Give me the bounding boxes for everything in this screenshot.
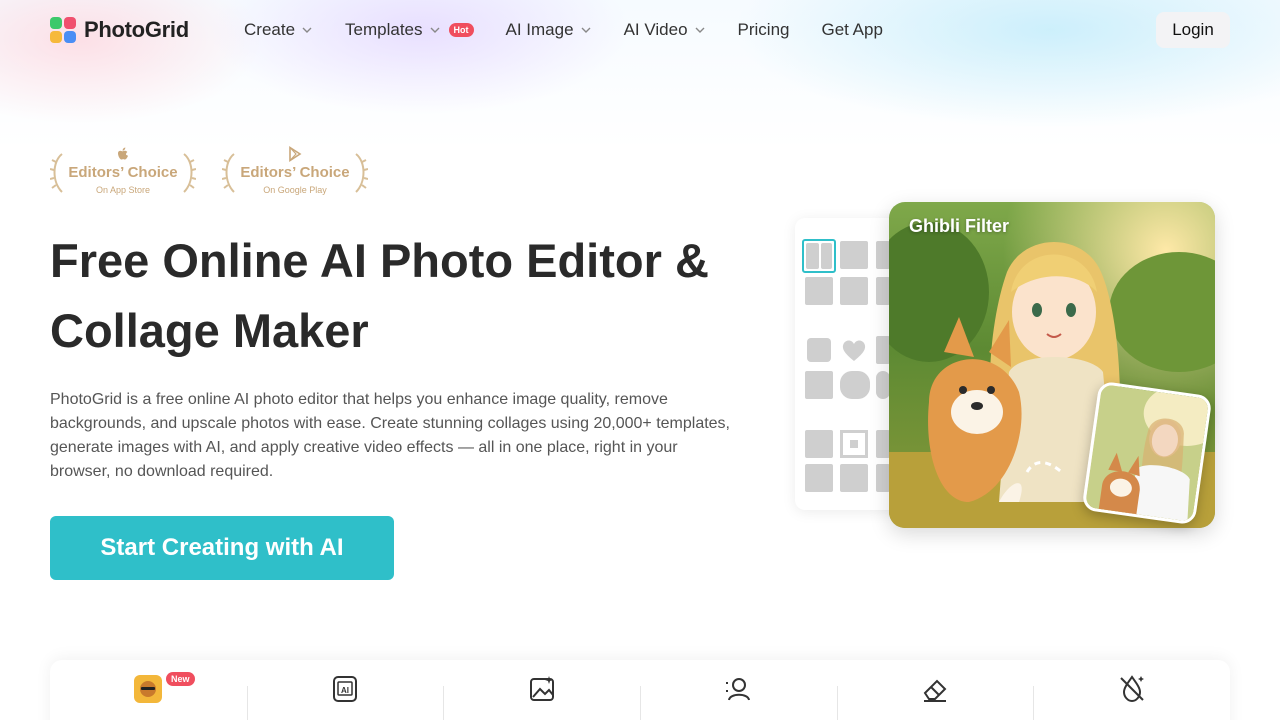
heart-layout-icon[interactable] [840,336,868,364]
layout-thumb[interactable] [876,336,890,364]
layout-thumb[interactable] [805,464,833,492]
layout-thumb[interactable] [805,430,833,458]
layout-thumb[interactable] [807,338,831,362]
award-app-store: Editors’ Choice On App Store [50,146,196,200]
apple-icon [118,147,128,160]
tool-image-enhance[interactable] [443,660,640,720]
tool-portrait[interactable] [640,660,837,720]
ai-text-icon: AI [333,676,357,702]
tools-bar: New AI [50,660,1230,720]
chevron-down-icon [430,27,440,33]
layout-thumb[interactable] [876,241,890,269]
nav-item-pricing[interactable]: Pricing [738,20,790,40]
award-subtitle: On App Store [95,185,151,195]
nav-item-label: Pricing [737,20,790,39]
original-photo-image [1084,384,1213,526]
svg-text:AI: AI [341,686,349,695]
chevron-down-icon [302,27,312,33]
remove-object-icon [1119,675,1144,703]
layout-thumb-selected[interactable] [802,239,836,273]
award-google-play: Editors’ Choice On Google Play [222,146,368,200]
nav-item-label: AI Video [623,20,688,39]
nav-item-label: Get App [821,20,883,39]
ai-avatar-icon [134,675,163,703]
image-enhance-icon [529,676,554,701]
nav-item-ai-image[interactable]: AI Image [506,20,592,40]
layout-thumb[interactable] [876,464,890,492]
laurel-right-icon [183,153,196,193]
start-creating-button[interactable]: Start Creating with AI [50,516,394,580]
login-button[interactable]: Login [1156,12,1230,48]
laurel-right-icon [355,153,368,193]
nav-item-ai-video[interactable]: AI Video [624,20,706,40]
nav-item-label: AI Image [505,20,574,39]
nav-item-create[interactable]: Create [244,20,313,40]
photogrid-logo-icon [50,17,76,43]
hero-description: PhotoGrid is a free online AI photo edit… [50,391,730,480]
layout-thumb[interactable] [876,371,890,399]
layout-thumb[interactable] [876,277,890,305]
chevron-down-icon [695,27,705,33]
nav-item-label: Create [244,20,296,39]
laurel-left-icon [222,153,235,193]
tool-ai-avatar[interactable]: New [50,660,247,720]
laurel-left-icon [50,153,63,193]
layout-thumb[interactable] [840,371,870,399]
award-title: Editors’ Choice [240,164,350,181]
tool-remove-object[interactable] [1033,660,1230,720]
tool-eraser[interactable] [836,660,1034,720]
hot-badge: Hot [448,23,474,37]
layout-thumb[interactable] [840,430,868,458]
award-subtitle: On Google Play [263,185,327,195]
layout-thumb[interactable] [840,241,868,269]
filter-label: Ghibli Filter [909,216,1010,236]
page-title-line-1: Free Online AI Photo Editor & [50,234,709,287]
nav-item-get-app[interactable]: Get App [822,20,883,40]
nav-item-label: Templates [345,20,423,39]
original-photo-inset [1081,380,1213,526]
google-play-icon [289,146,302,162]
main-nav: Create Templates Hot AI Image AI Video P… [244,20,915,40]
layout-thumb[interactable] [876,430,890,458]
top-navigation-bar: PhotoGrid Create Templates Hot AI Image … [0,0,1280,60]
portrait-icon [726,678,751,701]
chevron-down-icon [581,27,591,33]
new-badge: New [166,672,195,686]
nav-item-templates[interactable]: Templates Hot [345,20,474,40]
award-title: Editors’ Choice [68,164,178,181]
brand-logo[interactable]: PhotoGrid [50,17,189,43]
layout-thumb[interactable] [840,464,868,492]
page-title-line-2: Collage Maker [50,304,369,357]
brand-name: PhotoGrid [84,17,189,42]
eraser-icon [923,679,947,702]
layout-thumb[interactable] [805,371,833,399]
page-title: Free Online AI Photo Editor & Collage Ma… [50,226,750,366]
layout-thumb[interactable] [840,277,868,305]
tool-ai-text[interactable]: AI [246,660,444,720]
layout-thumb[interactable] [805,277,833,305]
